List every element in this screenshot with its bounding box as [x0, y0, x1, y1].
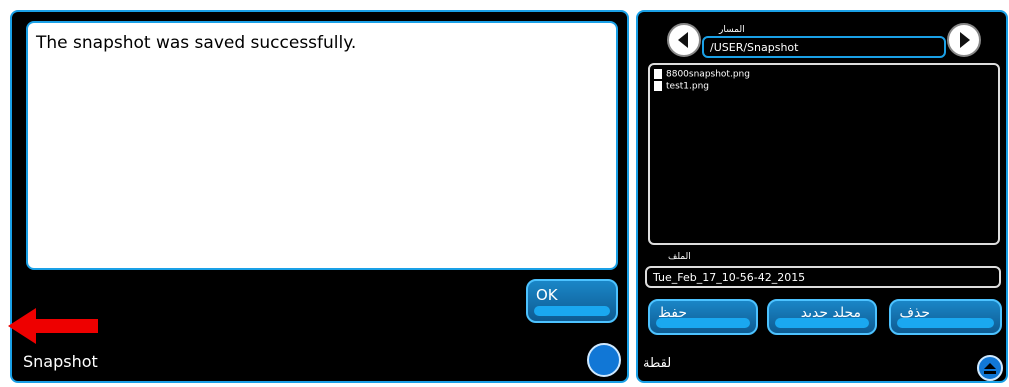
forward-button[interactable] — [947, 23, 981, 57]
save-button[interactable]: حفظ — [648, 299, 758, 335]
delete-button[interactable]: حذف — [889, 299, 1002, 335]
arrow-left-icon — [678, 32, 688, 48]
footer-label: لقطة — [643, 356, 672, 371]
file-icon — [654, 81, 662, 91]
path-field[interactable]: /USER/Snapshot — [702, 36, 946, 58]
dialog-status-button[interactable] — [587, 343, 621, 377]
arrow-right-icon — [960, 32, 970, 48]
delete-button-bar — [897, 318, 994, 328]
new-folder-button-bar — [775, 318, 869, 328]
snapshot-dialog: The snapshot was saved successfully. OK … — [8, 10, 629, 383]
file-icon — [654, 69, 662, 79]
message-box: The snapshot was saved successfully. — [26, 21, 618, 270]
eject-button[interactable] — [977, 355, 1003, 381]
message-text: The snapshot was saved successfully. — [36, 33, 357, 53]
back-button[interactable] — [667, 23, 701, 57]
dialog-title: Snapshot — [23, 352, 98, 371]
file-name: test1.png — [666, 81, 710, 92]
save-button-bar — [656, 318, 750, 328]
ok-button-bar — [534, 306, 610, 316]
new-folder-button[interactable]: مجلد جديد — [767, 299, 877, 335]
file-browser: المسار /USER/Snapshot 8800snapshot.png t… — [636, 10, 1008, 383]
file-name-field[interactable]: Tue_Feb_17_10-56-42_2015 — [645, 266, 1001, 288]
list-item[interactable]: 8800snapshot.png — [654, 69, 750, 80]
file-name: 8800snapshot.png — [666, 69, 750, 80]
path-label: المسار — [719, 25, 745, 35]
list-item[interactable]: test1.png — [654, 81, 709, 92]
file-list[interactable]: 8800snapshot.png test1.png — [648, 63, 1000, 245]
ok-button[interactable]: OK — [526, 279, 618, 323]
red-arrow-icon — [8, 308, 98, 344]
ok-button-label: OK — [536, 286, 558, 304]
file-label: الملف — [668, 252, 691, 262]
eject-icon — [984, 363, 996, 374]
